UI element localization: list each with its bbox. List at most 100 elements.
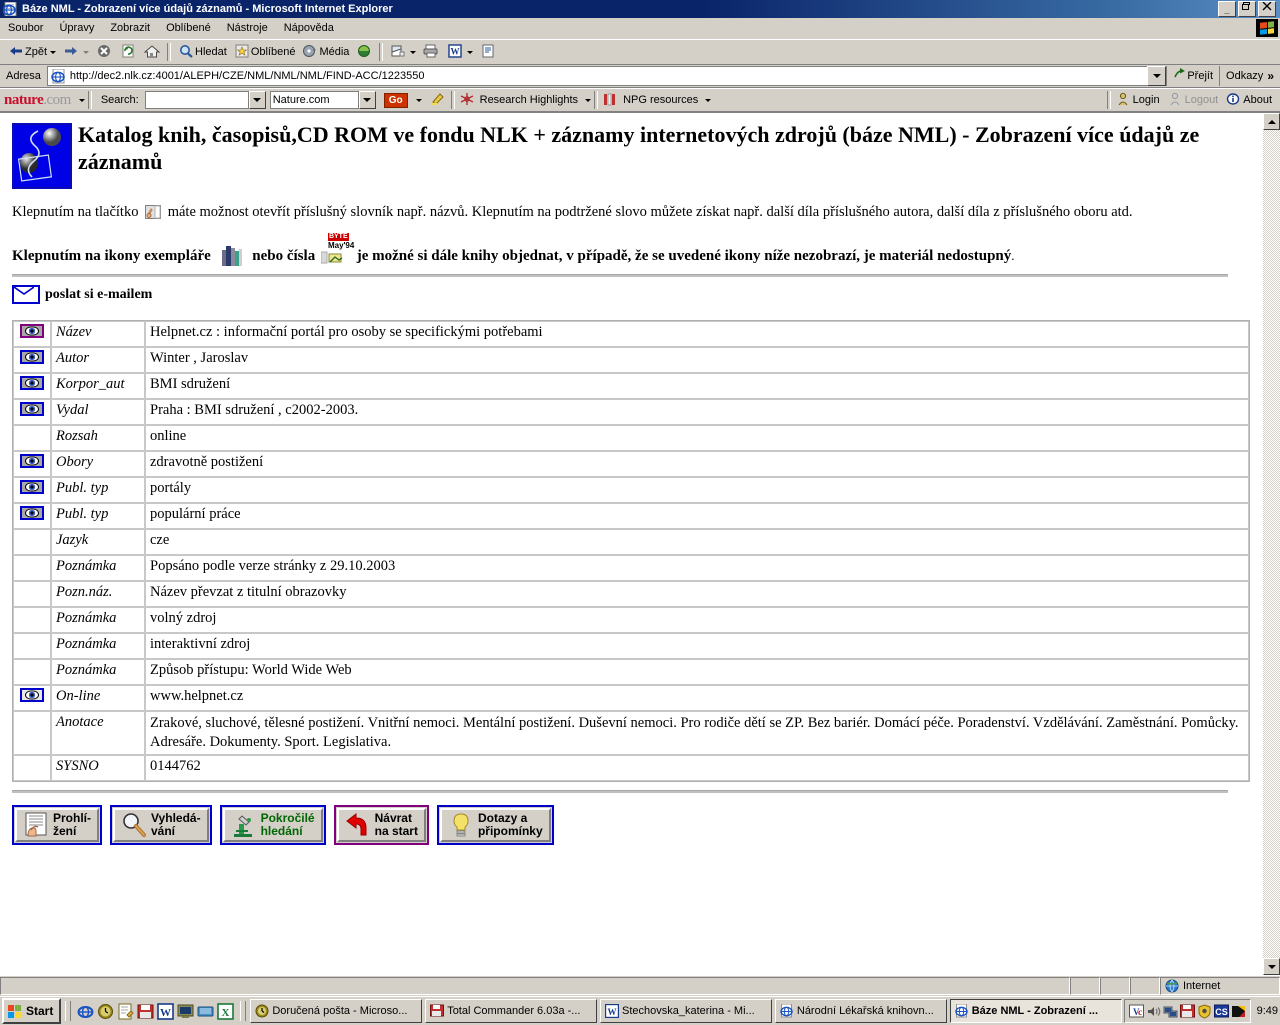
logout-label[interactable]: Logout: [1184, 94, 1225, 106]
row-icon-cell[interactable]: [13, 451, 51, 477]
eye-icon[interactable]: [20, 506, 44, 520]
stop-button[interactable]: [92, 41, 116, 63]
mail-dropdown-icon[interactable]: [410, 50, 417, 54]
start-button[interactable]: Start: [2, 998, 62, 1024]
table-row: On-line www.helpnet.cz: [13, 685, 1249, 711]
task-button-nlk[interactable]: Národní Lékařská knihovn...: [774, 999, 947, 1023]
minimize-button[interactable]: _: [1218, 1, 1236, 17]
volume-icon[interactable]: [1146, 1004, 1161, 1019]
menu-oblibene[interactable]: Oblíbené: [158, 20, 219, 36]
word-icon[interactable]: W: [157, 1002, 175, 1020]
task-button-outlook[interactable]: Doručená pošta - Microso...: [250, 999, 423, 1023]
vertical-scrollbar[interactable]: [1263, 113, 1280, 975]
status-pad-3: [1130, 977, 1160, 995]
ie-icon[interactable]: [77, 1003, 94, 1020]
eye-icon[interactable]: [20, 402, 44, 416]
browse-button[interactable]: Prohlí- žení: [12, 805, 102, 845]
keyboard-icon[interactable]: [197, 1003, 214, 1020]
nature-go-button[interactable]: Go: [383, 92, 408, 108]
login-label[interactable]: Login: [1132, 94, 1166, 106]
row-icon-cell[interactable]: [13, 477, 51, 503]
row-icon-cell[interactable]: [13, 503, 51, 529]
nature-search-input[interactable]: [144, 91, 249, 109]
vc-icon[interactable]: Vc: [1128, 1004, 1144, 1019]
taskbar-grip-1[interactable]: [65, 1001, 72, 1021]
edit-dropdown-icon[interactable]: [467, 50, 474, 54]
restore-button[interactable]: [1238, 1, 1256, 17]
scroll-up-button[interactable]: [1263, 113, 1280, 130]
feedback-button[interactable]: Dotazy a připomínky: [436, 805, 554, 845]
nature-go-dropdown-icon[interactable]: [415, 98, 422, 102]
row-icon-cell[interactable]: [13, 685, 51, 711]
edit-button[interactable]: W: [443, 41, 476, 63]
task-button-baze-nml[interactable]: Báze NML - Zobrazení ...: [949, 999, 1122, 1023]
taskbar-clock[interactable]: 9:49: [1253, 1005, 1278, 1017]
nature-scope-select[interactable]: Nature.com: [269, 91, 359, 109]
task-button-total-commander[interactable]: Total Commander 6.03a -...: [425, 999, 598, 1023]
back-to-start-button[interactable]: Návrat na start: [333, 805, 429, 845]
links-chevron-icon[interactable]: »: [1267, 69, 1274, 83]
close-button[interactable]: [1258, 1, 1276, 17]
media-button[interactable]: Média: [298, 41, 352, 63]
eye-icon[interactable]: [20, 480, 44, 494]
search-nav-button[interactable]: Vyhledá- vání: [110, 805, 212, 845]
excel-icon[interactable]: X: [217, 1002, 235, 1020]
eye-icon[interactable]: [20, 688, 44, 702]
advanced-search-button[interactable]: Pokročilé hledání: [219, 805, 326, 845]
mail-button[interactable]: [386, 41, 419, 63]
shield-icon[interactable]: [1197, 1003, 1212, 1019]
npg-resources-dropdown-icon[interactable]: [705, 98, 712, 102]
discuss-button[interactable]: [476, 41, 500, 63]
print-button[interactable]: [419, 41, 443, 63]
terminal-icon[interactable]: [177, 1003, 194, 1020]
send-email-link[interactable]: poslat si e-mailem: [12, 285, 1228, 304]
history-button[interactable]: [352, 41, 376, 63]
discuss-icon: [479, 43, 497, 61]
network-icon[interactable]: [1163, 1004, 1178, 1019]
favorites-button[interactable]: Oblíbené: [230, 41, 299, 63]
address-input[interactable]: http://dec2.nlk.cz:4001/ALEPH/CZE/NML/NM…: [46, 66, 1148, 86]
menu-zobrazit[interactable]: Zobrazit: [102, 20, 158, 36]
row-icon-cell[interactable]: [13, 399, 51, 425]
go-button[interactable]: Přejít: [1166, 66, 1219, 86]
row-icon-cell[interactable]: [13, 373, 51, 399]
menu-upravy[interactable]: Úpravy: [51, 20, 102, 36]
row-icon-cell[interactable]: [13, 347, 51, 373]
eye-icon[interactable]: [20, 324, 44, 338]
back-dropdown-icon[interactable]: [50, 50, 57, 54]
highlight-pen-icon[interactable]: [430, 91, 448, 109]
npg-resources-label[interactable]: NPG resources: [619, 94, 702, 106]
save-icon[interactable]: [137, 1003, 154, 1020]
research-highlights-label[interactable]: Research Highlights: [476, 94, 582, 106]
row-icon-cell[interactable]: [13, 321, 51, 347]
search-button[interactable]: Hledat: [174, 41, 230, 63]
back-button[interactable]: Zpět: [4, 41, 59, 63]
eye-icon[interactable]: [20, 350, 44, 364]
links-button[interactable]: Odkazy »: [1219, 66, 1280, 86]
scroll-down-button[interactable]: [1263, 958, 1280, 975]
forward-button[interactable]: [59, 41, 92, 63]
nature-menu-dropdown-icon[interactable]: [78, 98, 85, 102]
nature-scope-dropdown-button[interactable]: [358, 91, 376, 109]
taskbar-grip-2[interactable]: [240, 1001, 247, 1021]
nature-logo[interactable]: nature.com: [4, 92, 71, 109]
menu-nastroje[interactable]: Nástroje: [219, 20, 276, 36]
eye-icon[interactable]: [20, 376, 44, 390]
cs-icon[interactable]: CS: [1213, 1004, 1229, 1019]
clock-icon[interactable]: [97, 1003, 114, 1020]
back-to-start-line-2: na start: [374, 824, 418, 838]
address-dropdown-button[interactable]: [1147, 66, 1167, 86]
home-button[interactable]: [140, 41, 164, 63]
task-button-word[interactable]: W Stechovska_katerina - Mi...: [600, 999, 772, 1023]
about-label[interactable]: About: [1242, 94, 1280, 106]
save-icon[interactable]: [1179, 1004, 1195, 1019]
research-highlights-dropdown-icon[interactable]: [585, 98, 592, 102]
refresh-button[interactable]: [116, 41, 140, 63]
eye-icon[interactable]: [20, 454, 44, 468]
flag-icon[interactable]: [1231, 1004, 1246, 1019]
notepad-icon[interactable]: [117, 1003, 135, 1020]
menu-soubor[interactable]: Soubor: [0, 20, 51, 36]
nature-search-dropdown-button[interactable]: [248, 91, 266, 109]
forward-dropdown-icon[interactable]: [83, 50, 90, 54]
menu-napoveda[interactable]: Nápověda: [276, 20, 342, 36]
